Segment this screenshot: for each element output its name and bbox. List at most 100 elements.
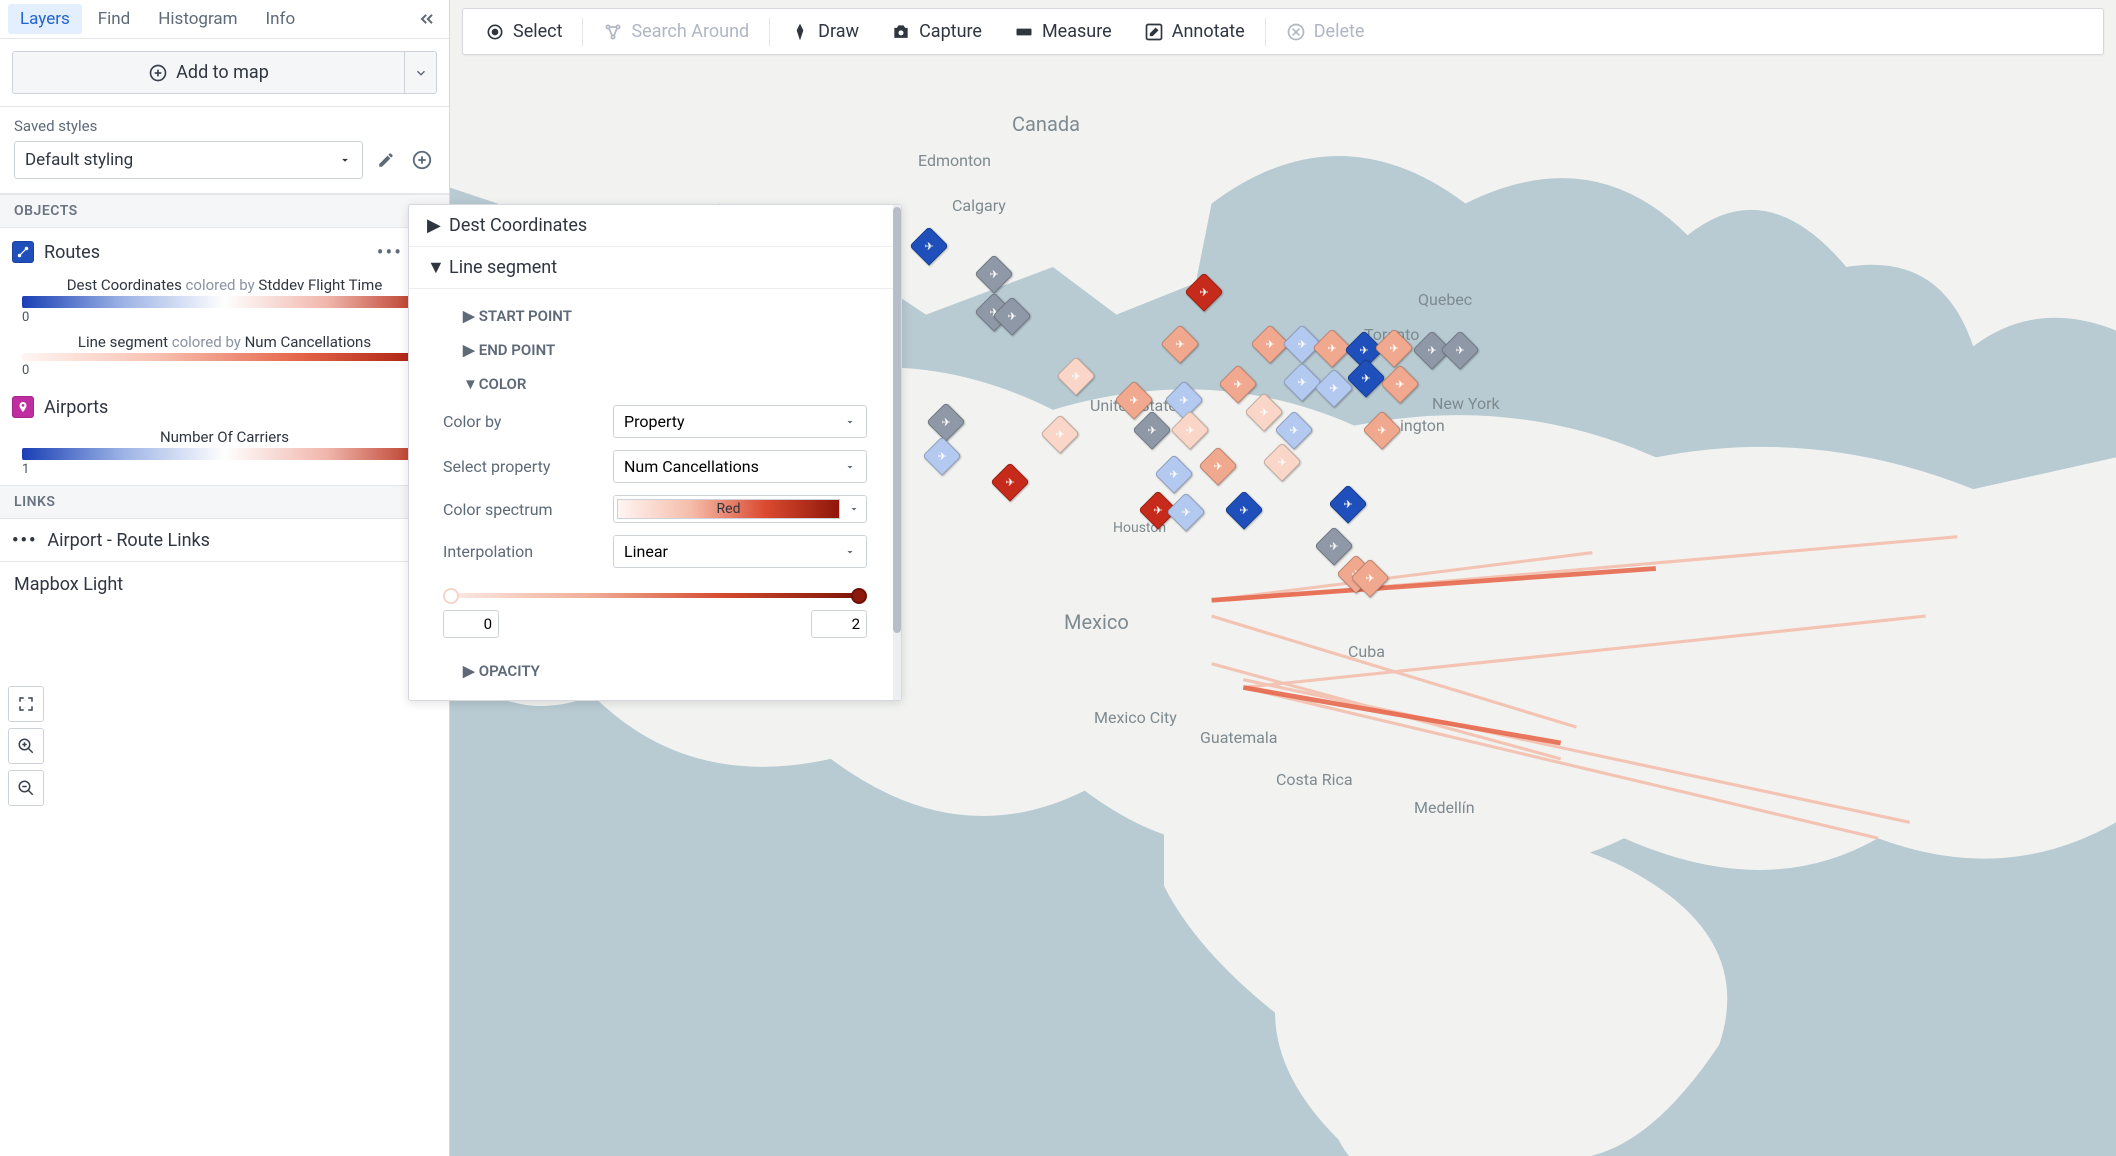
label-mexico: Mexico [1064, 610, 1129, 634]
tool-annotate[interactable]: Annotate [1130, 15, 1259, 48]
routes-title: Routes [44, 242, 367, 263]
label-cuba: Cuba [1348, 642, 1385, 661]
popup-end-point[interactable]: ▶ END POINT [433, 331, 877, 365]
chevron-down-icon [414, 66, 428, 80]
left-panel: Layers Find Histogram Info Add to map Sa… [0, 0, 450, 1156]
collapse-panel-button[interactable] [409, 5, 445, 33]
toolbar-separator [1265, 18, 1266, 46]
carriers-gradient [22, 448, 427, 460]
popup-color-section[interactable]: ▼ COLOR [433, 365, 877, 399]
slider-knob-max[interactable] [851, 588, 867, 604]
add-to-map-button[interactable]: Add to map [12, 51, 405, 94]
color-spectrum-select[interactable]: Red [613, 495, 867, 523]
style-popup: ▶ Dest Coordinates ▼ Line segment ▶ STAR… [408, 204, 902, 701]
tool-capture[interactable]: Capture [877, 15, 996, 48]
edit-square-icon [1144, 22, 1164, 42]
tool-measure-label: Measure [1042, 21, 1112, 42]
routes-dest-sublayer: Dest Coordinates colored by Stddev Fligh… [0, 276, 449, 333]
interpolation-label: Interpolation [443, 542, 613, 561]
label-newyork: New York [1432, 394, 1500, 413]
tool-draw-label: Draw [818, 21, 859, 42]
tool-delete[interactable]: Delete [1272, 15, 1379, 48]
plus-circle-icon [411, 149, 433, 171]
zoom-in-button[interactable] [8, 728, 44, 764]
label-ington: ington [1400, 416, 1445, 435]
zoom-out-icon [17, 779, 35, 797]
range-max-input[interactable] [811, 610, 867, 638]
color-by-select[interactable]: Property [613, 405, 867, 438]
tool-search-around[interactable]: Search Around [589, 15, 763, 48]
label-quebec: Quebec [1418, 290, 1472, 309]
tab-layers[interactable]: Layers [8, 4, 82, 34]
label-mexicocity: Mexico City [1094, 708, 1177, 727]
zoom-out-button[interactable] [8, 770, 44, 806]
opacity-range-slider[interactable] [443, 588, 867, 602]
color-by-value: Property [624, 412, 685, 431]
camera-icon [891, 22, 911, 42]
toolbar-separator [582, 18, 583, 46]
saved-styles-section: Saved styles Default styling [0, 107, 449, 194]
seg-label: Line segment colored by Num Cancellation… [22, 333, 427, 351]
select-property-field: Select property Num Cancellations [433, 444, 877, 489]
range-min-input[interactable] [443, 610, 499, 638]
seg-gradient [22, 353, 427, 361]
tab-info[interactable]: Info [254, 4, 308, 34]
label-costarica: Costa Rica [1276, 770, 1353, 789]
caret-down-icon [844, 416, 856, 428]
link-icon: ••• [12, 530, 37, 551]
tool-select[interactable]: Select [471, 15, 576, 48]
tab-bar: Layers Find Histogram Info [0, 0, 449, 39]
airports-sublayer: Number Of Carriers 11 [0, 428, 449, 485]
fullscreen-button[interactable] [8, 686, 44, 722]
airports-icon [12, 396, 34, 418]
link-airport-route[interactable]: ••• Airport - Route Links [0, 519, 449, 561]
label-medellin: Medellín [1414, 798, 1475, 817]
select-property-label: Select property [443, 457, 613, 476]
ruler-icon [1014, 22, 1034, 42]
saved-styles-label: Saved styles [14, 117, 435, 135]
popup-start-point[interactable]: ▶ START POINT [433, 297, 877, 331]
slider-knob-min[interactable] [443, 588, 459, 604]
caret-right-icon: ▶ [427, 215, 439, 236]
popup-opacity-section[interactable]: ▶ OPACITY [433, 652, 877, 686]
tool-measure[interactable]: Measure [1000, 15, 1126, 48]
caret-down-icon [844, 461, 856, 473]
fullscreen-icon [17, 695, 35, 713]
basemap-row[interactable]: Mapbox Light [0, 561, 449, 607]
routes-icon [12, 241, 34, 263]
saved-styles-select[interactable]: Default styling [14, 141, 363, 179]
add-to-map-dropdown[interactable] [405, 51, 437, 94]
pen-nib-icon [790, 22, 810, 42]
label-canada: Canada [1012, 112, 1080, 136]
routes-more-button[interactable]: ••• [377, 240, 403, 264]
delete-circle-icon [1286, 22, 1306, 42]
edit-style-button[interactable] [373, 147, 399, 173]
layer-airports[interactable]: Airports [0, 386, 449, 428]
label-edmonton: Edmonton [918, 151, 991, 170]
popup-line-segment[interactable]: ▼ Line segment [409, 247, 901, 289]
color-spectrum-label: Color spectrum [443, 500, 613, 519]
map-toolbar: Select Search Around Draw Capture Measur… [462, 8, 2104, 55]
layer-routes[interactable]: Routes ••• [0, 228, 449, 276]
add-style-button[interactable] [409, 147, 435, 173]
caret-down-icon [848, 503, 860, 515]
popup-dest-coordinates[interactable]: ▶ Dest Coordinates [409, 205, 901, 247]
link-title: Airport - Route Links [47, 530, 210, 551]
saved-styles-value: Default styling [25, 150, 133, 170]
dest-coord-label: Dest Coordinates colored by Stddev Fligh… [22, 276, 427, 294]
tab-histogram[interactable]: Histogram [146, 4, 249, 34]
tab-find[interactable]: Find [86, 4, 143, 34]
add-to-map-label: Add to map [176, 62, 269, 83]
interpolation-select[interactable]: Linear [613, 535, 867, 568]
target-icon [485, 22, 505, 42]
add-to-map-row: Add to map [0, 39, 449, 107]
color-by-label: Color by [443, 412, 613, 431]
select-property-value: Num Cancellations [624, 457, 759, 476]
tool-draw[interactable]: Draw [776, 15, 873, 48]
routes-seg-sublayer: Line segment colored by Num Cancellation… [0, 333, 449, 386]
caret-down-icon [844, 546, 856, 558]
select-property-select[interactable]: Num Cancellations [613, 450, 867, 483]
popup-scrollbar[interactable] [893, 205, 901, 700]
map-controls [8, 686, 44, 806]
pencil-icon [377, 151, 395, 169]
